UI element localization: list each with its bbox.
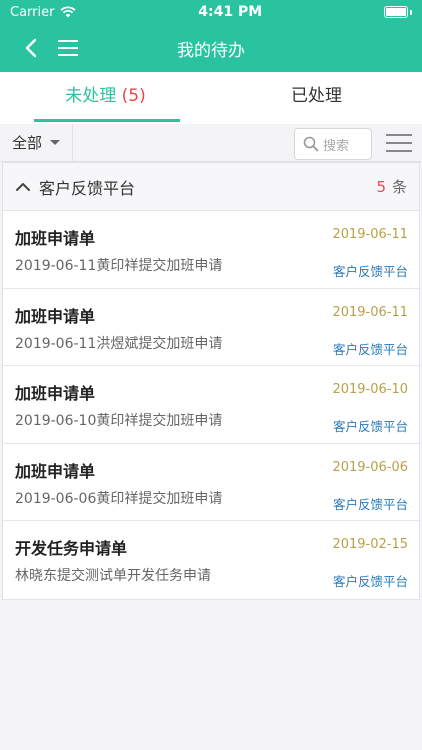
nav-bar: 我的待办: [0, 24, 422, 72]
caret-down-icon: [50, 140, 61, 145]
group-count: 5条: [376, 176, 407, 197]
list-item[interactable]: 开发任务申请单 2019-02-15 林晓东提交测试单开发任务申请 客户反馈平台: [3, 521, 419, 599]
tab-pending-label: 未处理: [65, 86, 117, 106]
todo-group: 客户反馈平台 5条 加班申请单 2019-06-11 2019-06-11黄印祥…: [2, 162, 420, 600]
tab-bar: 未处理 (5) 已处理: [0, 72, 422, 124]
list-item[interactable]: 加班申请单 2019-06-11 2019-06-11洪煜斌提交加班申请 客户反…: [3, 288, 419, 367]
list-item[interactable]: 加班申请单 2019-06-06 2019-06-06黄印祥提交加班申请 客户反…: [3, 443, 419, 522]
status-bar: Carrier 4:41 PM: [0, 0, 422, 24]
item-title: 加班申请单: [15, 461, 96, 481]
tab-active-indicator: [34, 119, 180, 122]
list-item[interactable]: 加班申请单 2019-06-10 2019-06-10黄印祥提交加班申请 客户反…: [3, 366, 419, 444]
item-description: 2019-06-10黄印祥提交加班申请: [15, 413, 223, 430]
item-description: 2019-06-11黄印祥提交加班申请: [15, 258, 223, 274]
category-dropdown-value: 全部: [12, 134, 43, 152]
item-source: 客户反馈平台: [332, 496, 408, 512]
item-title: 加班申请单: [15, 384, 96, 404]
wifi-icon: [60, 6, 77, 18]
category-dropdown[interactable]: 全部: [0, 124, 74, 161]
tab-pending-count: (5): [121, 86, 146, 106]
item-source: 客户反馈平台: [332, 341, 408, 357]
item-title: 开发任务申请单: [15, 539, 128, 559]
item-title: 加班申请单: [15, 229, 96, 248]
app-header: Carrier 4:41 PM 我的待办: [0, 0, 422, 72]
search-input[interactable]: 搜索: [294, 128, 372, 160]
item-date: 2019-06-06: [332, 459, 408, 475]
search-placeholder: 搜索: [323, 138, 350, 154]
item-description: 林晓东提交测试单开发任务申请: [15, 568, 211, 585]
group-count-unit: 条: [391, 178, 407, 196]
status-time: 4:41 PM: [198, 4, 263, 20]
item-date: 2019-06-11: [332, 304, 408, 320]
carrier-label: Carrier: [10, 4, 55, 20]
search-icon: [303, 136, 319, 152]
item-description: 2019-06-11洪煜斌提交加班申请: [15, 335, 223, 352]
list-view-icon[interactable]: [386, 132, 412, 154]
status-left: Carrier: [10, 4, 77, 20]
item-title: 加班申请单: [15, 306, 96, 326]
item-description: 2019-06-06黄印祥提交加班申请: [15, 490, 223, 507]
item-date: 2019-02-15: [332, 537, 408, 553]
item-date: 2019-06-11: [332, 227, 408, 242]
item-source: 客户反馈平台: [332, 574, 408, 590]
item-source: 客户反馈平台: [332, 264, 408, 279]
tab-pending[interactable]: 未处理 (5): [0, 72, 211, 124]
filter-bar: 全部 搜索: [0, 124, 422, 162]
tab-processed-label: 已处理: [291, 86, 342, 106]
list-item[interactable]: 加班申请单 2019-06-11 2019-06-11黄印祥提交加班申请 客户反…: [3, 211, 419, 289]
back-arrow-icon[interactable]: [20, 36, 44, 60]
chevron-up-icon: [16, 182, 30, 191]
item-source: 客户反馈平台: [332, 419, 408, 435]
item-date: 2019-06-10: [332, 382, 408, 398]
group-title: 客户反馈平台: [39, 178, 136, 198]
battery-icon: [383, 6, 412, 18]
tab-processed[interactable]: 已处理: [211, 72, 422, 124]
group-count-number: 5: [376, 178, 386, 196]
hamburger-menu-icon[interactable]: [58, 38, 80, 58]
group-header[interactable]: 客户反馈平台 5条: [3, 163, 419, 211]
